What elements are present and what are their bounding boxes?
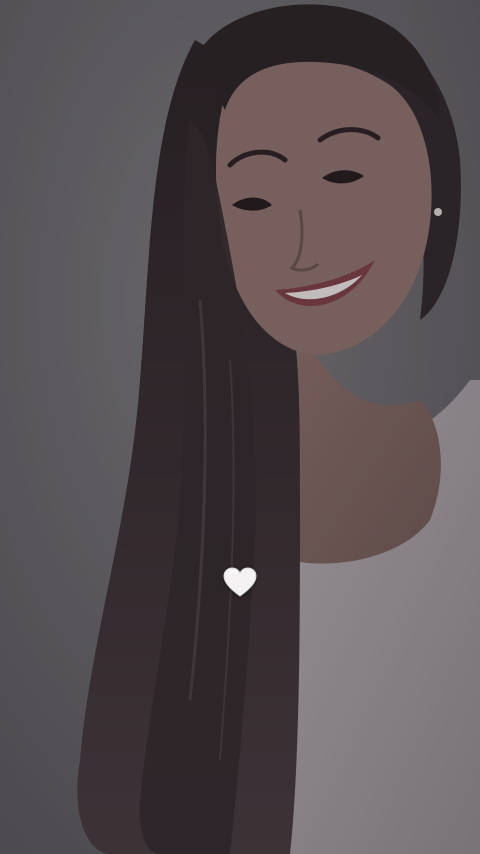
story-viewer[interactable] [0, 0, 480, 854]
story-photo [0, 0, 480, 854]
white-heart-icon [222, 565, 258, 599]
earring [434, 208, 442, 216]
